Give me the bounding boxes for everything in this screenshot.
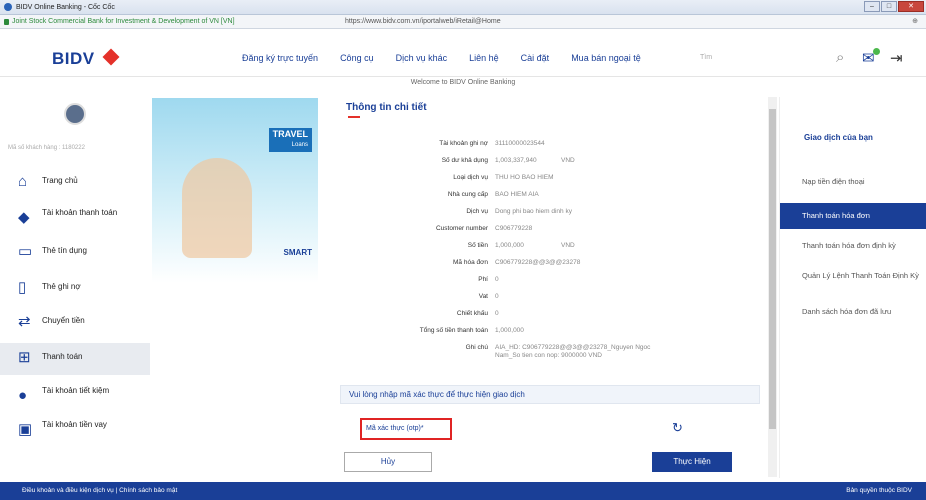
home-icon: ⌂	[18, 173, 28, 190]
bidv-logo-icon	[102, 48, 120, 66]
loan-icon: ▣	[18, 421, 33, 438]
footer-links[interactable]: Điều khoản và điều kiện dịch vụ | Chính …	[22, 482, 177, 500]
panel-item-phone-topup[interactable]: Nạp tiền điện thoại	[780, 178, 926, 186]
search-icon[interactable]: ⌕	[836, 49, 844, 66]
credit-card-icon: ▭	[18, 243, 33, 260]
title-underline	[348, 116, 360, 118]
sidebar-item-credit-card[interactable]: ▭ Thẻ tín dụng	[0, 237, 150, 269]
family-photo	[182, 158, 252, 258]
sidebar-item-debit-card[interactable]: ▯ Thẻ ghi nợ	[0, 273, 150, 305]
menu-online-registration[interactable]: Đăng ký trực tuyến	[242, 53, 318, 63]
panel-item-bill-payment[interactable]: Thanh toán hóa đơn	[780, 203, 926, 229]
panel-item-saved-bills[interactable]: Danh sách hóa đơn đã lưu	[780, 308, 926, 316]
menu-settings[interactable]: Cài đặt	[521, 53, 550, 63]
scrollbar[interactable]	[768, 97, 777, 477]
refresh-icon[interactable]: ↻	[672, 420, 683, 436]
travel-loans-banner[interactable]: TRAVEL Loans SMART	[152, 98, 318, 283]
maximize-button[interactable]: □	[881, 1, 897, 12]
footer-copyright: Bản quyền thuộc BIDV	[846, 487, 912, 494]
sidebar-item-loan[interactable]: ▣ Tài khoản tiền vay	[0, 415, 150, 447]
close-button[interactable]: ✕	[898, 1, 924, 12]
smart-banking-logo: SMART	[283, 248, 312, 257]
menu-tools[interactable]: Công cụ	[340, 53, 374, 63]
address-bar[interactable]: Joint Stock Commercial Bank for Investme…	[0, 15, 926, 29]
detail-title: Thông tin chi tiết	[346, 102, 427, 113]
wallet-icon: ◆	[18, 209, 30, 226]
logout-icon[interactable]: ⇥	[890, 49, 903, 67]
main-menu: Đăng ký trực tuyến Công cụ Dịch vụ khác …	[242, 53, 663, 63]
bidv-logo[interactable]: BIDV	[52, 49, 95, 69]
extension-icon[interactable]: ⊕	[912, 15, 918, 29]
scrollbar-thumb[interactable]	[769, 109, 776, 429]
panel-heading: Giao dịch của bạn	[804, 133, 873, 142]
notification-badge	[873, 48, 880, 55]
payment-icon: ⊞	[18, 349, 31, 366]
window-titlebar: BIDV Online Banking - Cốc Cốc – □ ✕	[0, 0, 926, 15]
otp-notice: Vui lòng nhập mã xác thực để thực hiện g…	[340, 385, 760, 404]
savings-icon: ●	[18, 387, 28, 404]
customer-number: Mã số khách hàng : 1180222	[8, 145, 85, 151]
submit-button[interactable]: Thực Hiện	[652, 452, 732, 472]
transfer-icon: ⇄	[18, 313, 31, 330]
panel-item-recurring-orders[interactable]: Quản Lý Lệnh Thanh Toán Định Kỳ	[780, 272, 920, 280]
site-identity: Joint Stock Commercial Bank for Investme…	[12, 18, 235, 25]
search-input[interactable]: Tìm	[700, 54, 712, 61]
menu-contact[interactable]: Liên hệ	[469, 53, 499, 63]
minimize-button[interactable]: –	[864, 1, 880, 12]
window-title: BIDV Online Banking - Cốc Cốc	[16, 4, 115, 11]
welcome-text: Welcome to BIDV Online Banking	[410, 79, 516, 86]
sidebar-item-transfer[interactable]: ⇄ Chuyển tiền	[0, 307, 150, 339]
otp-input[interactable]: Mã xác thực (otp)*	[360, 418, 452, 440]
menu-other-services[interactable]: Dịch vụ khác	[396, 53, 448, 63]
transactions-panel: Giao dịch của bạn Nạp tiền điện thoại Th…	[779, 97, 926, 478]
browser-favicon-icon	[4, 3, 12, 11]
sidebar-item-payment-account[interactable]: ◆ Tài khoản thanh toán	[0, 203, 150, 235]
debit-card-icon: ▯	[18, 279, 27, 296]
top-navigation: BIDV Đăng ký trực tuyến Công cụ Dịch vụ …	[0, 29, 926, 77]
sidebar-item-payment[interactable]: ⊞ Thanh toán	[0, 343, 150, 375]
banner-tag: TRAVEL Loans	[268, 128, 312, 152]
sidebar: Mã số khách hàng : 1180222 ⌂ Trang chủ ◆…	[0, 95, 150, 478]
menu-foreign-exchange[interactable]: Mua bán ngoại tệ	[571, 53, 641, 63]
lock-icon	[4, 19, 9, 25]
url-text[interactable]: https://www.bidv.com.vn/iportalweb/iReta…	[345, 15, 501, 29]
sidebar-item-home[interactable]: ⌂ Trang chủ	[0, 167, 150, 199]
avatar[interactable]	[64, 103, 86, 125]
sidebar-item-savings[interactable]: ● Tài khoản tiết kiệm	[0, 381, 150, 413]
cancel-button[interactable]: Hủy	[344, 452, 432, 472]
footer: Điều khoản và điều kiện dịch vụ | Chính …	[0, 482, 926, 500]
panel-item-recurring-bill[interactable]: Thanh toán hóa đơn định kỳ	[780, 242, 926, 250]
